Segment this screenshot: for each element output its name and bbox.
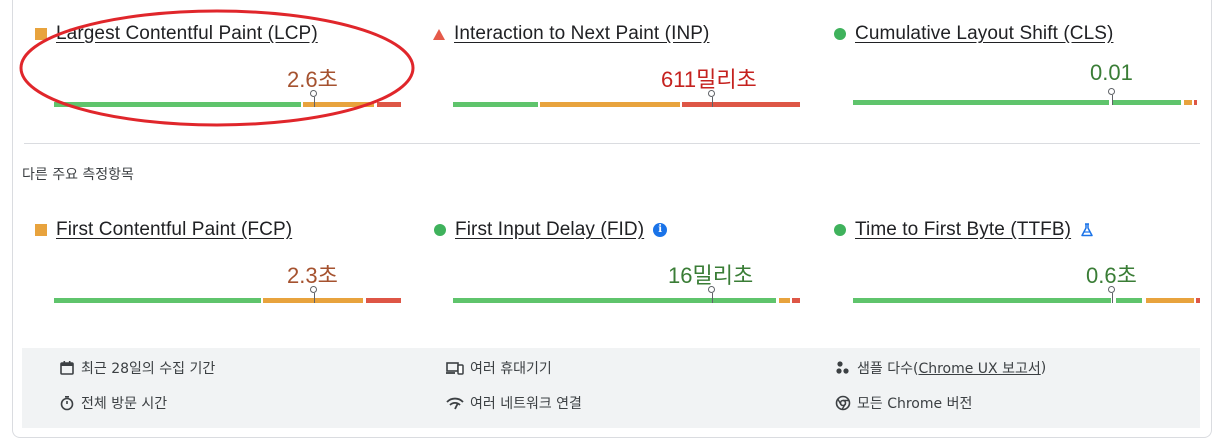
- chrome-ux-report-link[interactable]: Chrome UX 보고서: [918, 358, 1040, 378]
- device-type: 여러 휴대기기: [446, 358, 552, 378]
- metric-inp-value: 611밀리초: [661, 67, 757, 92]
- collection-period: 최근 28일의 수집 기간: [59, 358, 215, 378]
- signal-icon: [446, 397, 464, 410]
- info-icon[interactable]: i: [653, 223, 668, 237]
- sample-source: 샘플 다수(Chrome UX 보고서): [835, 358, 1046, 378]
- metric-ttfb-distribution-bar: [832, 298, 1200, 303]
- highlight-annotation-circle: [19, 9, 415, 127]
- metric-inp-p75-marker: [708, 90, 715, 107]
- red-triangle-icon: [433, 28, 445, 40]
- section-divider: [24, 143, 1200, 144]
- metric-inp-distribution-bar: [432, 102, 800, 107]
- metric-inp-link[interactable]: Interaction to Next Paint (INP): [454, 23, 709, 45]
- metric-cls-distribution-bar: [832, 100, 1197, 105]
- green-circle-icon: [434, 224, 446, 236]
- orange-square-icon: [35, 224, 47, 236]
- stopwatch-icon: [60, 396, 74, 411]
- data-source-footer: 최근 28일의 수집 기간 전체 방문 시간 여러 휴대기기 여러 네트워크 연…: [22, 348, 1200, 428]
- devices-icon: [446, 362, 464, 375]
- metric-ttfb-p75-marker: [1108, 286, 1115, 303]
- metric-cls-link[interactable]: Cumulative Layout Shift (CLS): [855, 23, 1113, 45]
- metric-cls-p75-marker: [1108, 88, 1115, 105]
- chrome-version: 모든 Chrome 버전: [835, 393, 972, 413]
- metric-fcp-link[interactable]: First Contentful Paint (FCP): [56, 219, 292, 241]
- network-connection: 여러 네트워크 연결: [446, 393, 582, 413]
- green-circle-icon: [834, 28, 846, 40]
- metric-fid-p75-marker: [708, 286, 715, 303]
- visit-duration: 전체 방문 시간: [59, 393, 167, 413]
- dots-cluster-icon: [836, 361, 849, 374]
- metric-fid-distribution-bar: [432, 298, 800, 303]
- chrome-icon: [835, 395, 851, 411]
- metric-fcp-distribution-bar: [33, 298, 401, 303]
- metric-fcp-p75-marker: [310, 286, 317, 303]
- calendar-icon: [60, 361, 74, 375]
- flask-icon[interactable]: [1080, 223, 1094, 237]
- metric-ttfb-link[interactable]: Time to First Byte (TTFB): [855, 219, 1071, 241]
- metric-cls-value: 0.01: [1090, 60, 1133, 85]
- other-metrics-heading: 다른 주요 측정항목: [22, 167, 134, 183]
- metric-fid-link[interactable]: First Input Delay (FID): [455, 219, 644, 241]
- green-circle-icon: [834, 224, 846, 236]
